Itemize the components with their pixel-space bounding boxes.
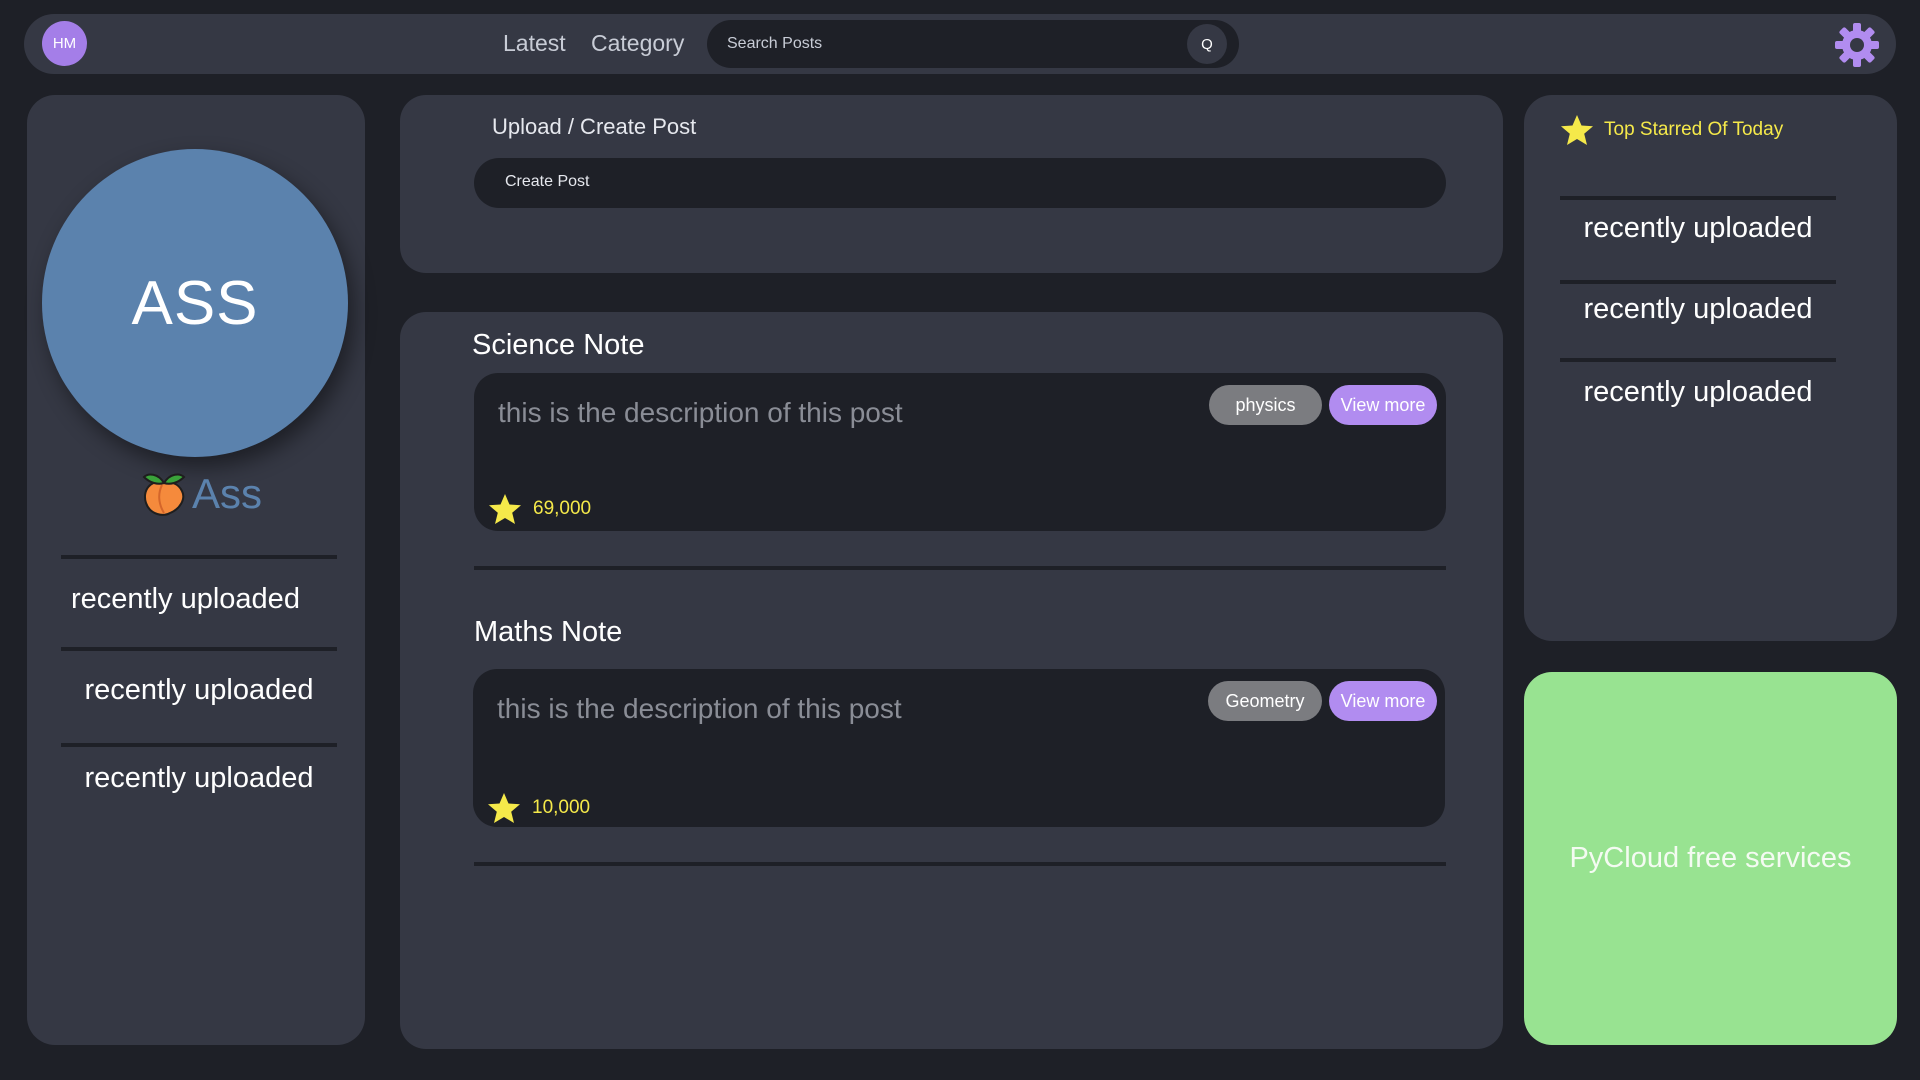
list-item[interactable]: recently uploaded <box>1560 200 1836 280</box>
create-post-field[interactable]: Create Post <box>474 158 1446 208</box>
star-icon <box>1561 115 1593 145</box>
profile-name: Ass <box>192 470 263 517</box>
list-item[interactable]: recently uploaded <box>61 651 337 743</box>
app-root: HM Latest Category Q <box>0 0 1920 1080</box>
post-divider <box>474 566 1446 570</box>
search-input[interactable] <box>727 32 1147 56</box>
post-tag[interactable]: physics <box>1209 385 1322 425</box>
upload-card: Upload / Create Post Create Post <box>400 95 1503 273</box>
search-button-label: Q <box>1201 35 1213 53</box>
profile-name-row: Ass <box>140 469 262 519</box>
star-icon <box>489 494 521 524</box>
top-starred-header: Top Starred Of Today <box>1560 114 1783 146</box>
post-card[interactable]: this is the description of this post phy… <box>474 373 1446 531</box>
post-divider <box>474 862 1446 866</box>
peach-icon <box>142 473 186 516</box>
view-more-button[interactable]: View more <box>1329 681 1437 721</box>
post-stars: 69,000 <box>488 494 591 524</box>
top-starred-panel: Top Starred Of Today recently uploaded r… <box>1524 95 1897 641</box>
profile-avatar[interactable]: ASS <box>42 149 348 457</box>
post-title: Science Note <box>472 329 645 361</box>
posts-feed: Science Note this is the description of … <box>400 312 1503 1049</box>
post-description: this is the description of this post <box>498 397 903 428</box>
list-item[interactable]: recently uploaded <box>1560 284 1836 358</box>
star-count: 10,000 <box>532 797 591 818</box>
list-item[interactable]: recently uploaded <box>1560 362 1836 422</box>
post-description: this is the description of this post <box>497 693 902 724</box>
post-title: Maths Note <box>474 616 623 648</box>
nav-latest-link[interactable]: Latest <box>503 29 566 57</box>
top-starred-list: recently uploaded recently uploaded rece… <box>1560 196 1836 422</box>
list-item[interactable]: recently uploaded <box>61 747 337 817</box>
view-more-button[interactable]: View more <box>1329 385 1437 425</box>
profile-initials: ASS <box>131 268 259 338</box>
list-item[interactable]: recently uploaded <box>61 559 337 647</box>
profile-sidebar: ASS Ass recently uploaded recently uploa… <box>27 95 365 1045</box>
post-tag[interactable]: Geometry <box>1208 681 1322 721</box>
star-icon <box>488 793 520 823</box>
top-starred-title: Top Starred Of Today <box>1604 119 1784 140</box>
nav-category-link[interactable]: Category <box>591 29 684 57</box>
create-post-label: Create Post <box>505 173 590 190</box>
recent-uploads-list: recently uploaded recently uploaded rece… <box>61 555 337 817</box>
pycloud-promo-card[interactable]: PyCloud free services <box>1524 672 1897 1045</box>
star-count: 69,000 <box>533 498 592 519</box>
upload-title: Upload / Create Post <box>492 114 697 139</box>
post-stars: 10,000 <box>487 793 590 823</box>
top-navbar: HM Latest Category Q <box>24 14 1896 74</box>
gear-icon[interactable] <box>1832 20 1882 70</box>
promo-text: PyCloud free services <box>1569 842 1852 874</box>
post-card[interactable]: this is the description of this post Geo… <box>473 669 1445 827</box>
search-button[interactable]: Q <box>1187 24 1227 64</box>
user-avatar[interactable]: HM <box>42 21 87 66</box>
search-bar: Q <box>707 20 1239 68</box>
